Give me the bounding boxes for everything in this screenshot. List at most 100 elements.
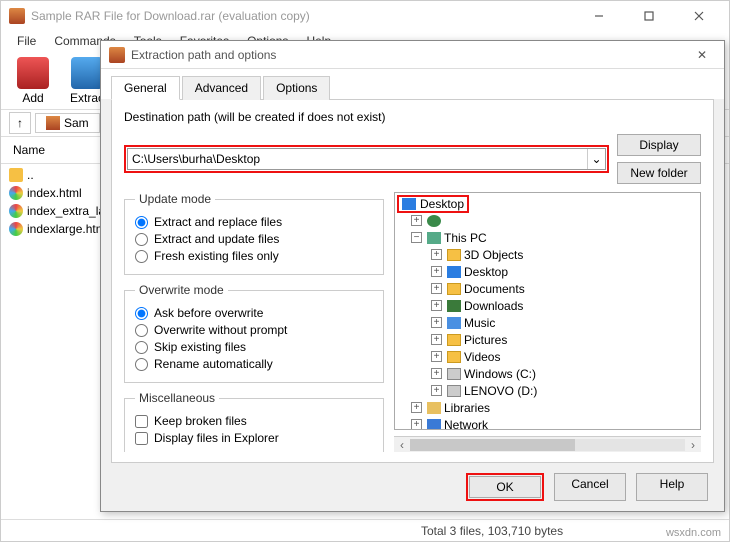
- tree-windows-c[interactable]: Windows (C:): [464, 367, 536, 381]
- network-icon: [427, 419, 441, 431]
- folder-icon: [447, 334, 461, 346]
- tree-lenovo-d[interactable]: LENOVO (D:): [464, 384, 537, 398]
- expand-icon[interactable]: +: [431, 385, 442, 396]
- desktop-icon: [402, 198, 416, 210]
- folder-tree[interactable]: Desktop + −This PC +3D Objects +Desktop …: [394, 192, 701, 430]
- collapse-icon[interactable]: −: [411, 232, 422, 243]
- ok-button[interactable]: OK: [469, 476, 541, 498]
- misc-group: Miscellaneous Keep broken files Display …: [124, 391, 384, 452]
- check-display-explorer[interactable]: Display files in Explorer: [135, 431, 373, 445]
- status-bar: Total 3 files, 103,710 bytes: [1, 519, 729, 541]
- scroll-track[interactable]: [410, 439, 685, 451]
- tree-3d-objects[interactable]: 3D Objects: [464, 248, 523, 262]
- expand-icon[interactable]: +: [411, 402, 422, 413]
- scroll-left-icon[interactable]: ‹: [394, 438, 410, 452]
- maximize-button[interactable]: [627, 2, 671, 30]
- radio-extract-replace[interactable]: Extract and replace files: [135, 215, 373, 229]
- scroll-thumb[interactable]: [410, 439, 575, 451]
- folder-icon: [447, 283, 461, 295]
- folder-icon: [447, 351, 461, 363]
- pc-icon: [427, 232, 441, 244]
- status-text: Total 3 files, 103,710 bytes: [421, 524, 563, 538]
- app-icon: [109, 47, 125, 63]
- dialog-tabs: General Advanced Options: [101, 69, 724, 99]
- expand-icon[interactable]: +: [411, 215, 422, 226]
- tree-desktop-highlight: Desktop: [397, 195, 469, 213]
- new-folder-button[interactable]: New folder: [617, 162, 701, 184]
- expand-icon[interactable]: +: [431, 249, 442, 260]
- tree-network[interactable]: Network: [444, 418, 488, 431]
- destination-path-input[interactable]: [128, 149, 587, 169]
- toolbar-add[interactable]: Add: [7, 57, 59, 105]
- column-name[interactable]: Name: [9, 141, 109, 159]
- tree-documents[interactable]: Documents: [464, 282, 525, 296]
- destination-path-combo[interactable]: ⌄: [127, 148, 606, 170]
- expand-icon[interactable]: +: [431, 283, 442, 294]
- chrome-icon: [9, 186, 23, 200]
- tree-downloads[interactable]: Downloads: [464, 299, 523, 313]
- cancel-button[interactable]: Cancel: [554, 473, 626, 501]
- drive-icon: [447, 385, 461, 397]
- downloads-icon: [447, 300, 461, 312]
- up-button[interactable]: ↑: [9, 112, 31, 134]
- radio-ask-before[interactable]: Ask before overwrite: [135, 306, 373, 320]
- folder-icon: [9, 168, 23, 182]
- tab-options[interactable]: Options: [263, 76, 330, 100]
- tab-general[interactable]: General: [111, 76, 180, 100]
- archive-tab[interactable]: Sam: [35, 113, 100, 133]
- close-icon[interactable]: ✕: [688, 48, 716, 62]
- dialog-title: Extraction path and options: [131, 48, 688, 62]
- radio-skip-existing[interactable]: Skip existing files: [135, 340, 373, 354]
- expand-icon[interactable]: +: [431, 300, 442, 311]
- watermark: wsxdn.com: [666, 527, 721, 539]
- tab-advanced[interactable]: Advanced: [182, 76, 261, 100]
- left-panel: Update mode Extract and replace files Ex…: [124, 192, 384, 452]
- main-title: Sample RAR File for Download.rar (evalua…: [31, 9, 571, 23]
- drive-icon: [447, 368, 461, 380]
- overwrite-mode-group: Overwrite mode Ask before overwrite Over…: [124, 283, 384, 383]
- update-mode-group: Update mode Extract and replace files Ex…: [124, 192, 384, 275]
- radio-extract-update[interactable]: Extract and update files: [135, 232, 373, 246]
- app-icon: [9, 8, 25, 24]
- destination-label: Destination path (will be created if doe…: [124, 110, 701, 124]
- ok-highlight: OK: [466, 473, 544, 501]
- libraries-icon: [427, 402, 441, 414]
- radio-fresh-existing[interactable]: Fresh existing files only: [135, 249, 373, 263]
- minimize-button[interactable]: [577, 2, 621, 30]
- menu-file[interactable]: File: [9, 31, 44, 53]
- music-icon: [447, 317, 461, 329]
- expand-icon[interactable]: +: [431, 368, 442, 379]
- close-button[interactable]: [677, 2, 721, 30]
- expand-icon[interactable]: +: [431, 266, 442, 277]
- folder-icon: [447, 249, 461, 261]
- path-highlight: ⌄: [124, 145, 609, 173]
- tree-desktop[interactable]: Desktop: [464, 265, 508, 279]
- help-button[interactable]: Help: [636, 473, 708, 501]
- tree-pictures[interactable]: Pictures: [464, 333, 507, 347]
- expand-icon[interactable]: +: [431, 351, 442, 362]
- tab-content: Destination path (will be created if doe…: [111, 99, 714, 463]
- radio-overwrite-noprompt[interactable]: Overwrite without prompt: [135, 323, 373, 337]
- check-keep-broken[interactable]: Keep broken files: [135, 414, 373, 428]
- horizontal-scrollbar[interactable]: ‹ ›: [394, 436, 701, 452]
- display-button[interactable]: Display: [617, 134, 701, 156]
- expand-icon[interactable]: +: [411, 419, 422, 430]
- chevron-down-icon[interactable]: ⌄: [587, 149, 605, 169]
- tree-videos[interactable]: Videos: [464, 350, 500, 364]
- chrome-icon: [9, 204, 23, 218]
- right-panel: Desktop + −This PC +3D Objects +Desktop …: [394, 192, 701, 452]
- radio-rename-auto[interactable]: Rename automatically: [135, 357, 373, 371]
- extraction-dialog: Extraction path and options ✕ General Ad…: [100, 40, 725, 512]
- expand-icon[interactable]: +: [431, 317, 442, 328]
- expand-icon[interactable]: +: [431, 334, 442, 345]
- tree-this-pc[interactable]: This PC: [444, 231, 487, 245]
- dialog-button-row: OK Cancel Help: [101, 463, 724, 511]
- user-icon: [427, 215, 441, 227]
- dialog-titlebar: Extraction path and options ✕: [101, 41, 724, 69]
- tree-music[interactable]: Music: [464, 316, 495, 330]
- desktop-icon: [447, 266, 461, 278]
- chrome-icon: [9, 222, 23, 236]
- scroll-right-icon[interactable]: ›: [685, 438, 701, 452]
- tree-libraries[interactable]: Libraries: [444, 401, 490, 415]
- main-titlebar: Sample RAR File for Download.rar (evalua…: [1, 1, 729, 31]
